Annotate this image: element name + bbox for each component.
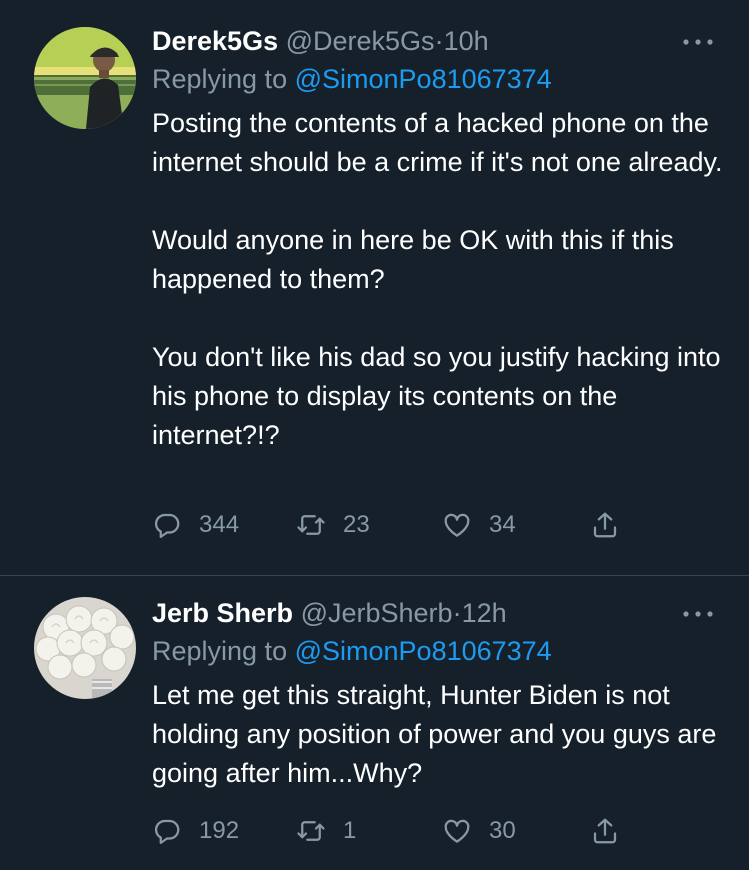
share-button[interactable] <box>590 505 620 545</box>
dot-separator: · <box>452 598 462 628</box>
tweet-header: Derek5Gs @Derek5Gs·10h <box>152 22 729 60</box>
tweet-actions: 192 1 30 <box>152 811 632 851</box>
like-count: 30 <box>489 817 516 844</box>
tweet-paragraph: Let me get this straight, Hunter Biden i… <box>152 680 717 788</box>
avatar-photo-icon <box>34 27 136 129</box>
tweet[interactable]: Derek5Gs @Derek5Gs·10h Replying to @Simo… <box>0 0 749 575</box>
like-button[interactable]: 30 <box>442 811 516 851</box>
handle[interactable]: @JerbSherb <box>301 598 453 628</box>
share-icon <box>593 818 617 844</box>
tweet-paragraph: Would anyone in here be OK with this if … <box>152 225 674 294</box>
retweet-button[interactable]: 23 <box>296 505 370 545</box>
reply-count: 192 <box>199 817 240 844</box>
mention-link[interactable]: @SimonPo81067374 <box>295 636 552 666</box>
timestamp[interactable]: 10h <box>444 26 489 56</box>
handle[interactable]: @Derek5Gs <box>286 26 435 56</box>
share-button[interactable] <box>590 811 620 851</box>
heart-icon <box>444 819 470 843</box>
reply-button[interactable]: 192 <box>152 811 239 851</box>
tweet[interactable]: Jerb Sherb @JerbSherb·12h Replying to @S… <box>0 576 749 870</box>
retweet-icon <box>297 515 325 535</box>
avatar[interactable] <box>34 597 136 699</box>
reply-icon <box>154 819 180 844</box>
tweet-paragraph: You don't like his dad so you justify ha… <box>152 342 721 450</box>
tweet-paragraph: Posting the contents of a hacked phone o… <box>152 108 723 177</box>
dot-separator: · <box>434 26 444 56</box>
mention-link[interactable]: @SimonPo81067374 <box>295 64 552 94</box>
more-horizontal-icon[interactable] <box>681 607 715 621</box>
display-name[interactable]: Derek5Gs <box>152 26 278 56</box>
retweet-count: 1 <box>343 817 357 844</box>
share-icon <box>593 512 617 538</box>
like-button[interactable]: 34 <box>442 505 516 545</box>
tweet-actions: 344 23 34 <box>152 505 632 545</box>
retweet-button[interactable]: 1 <box>296 811 356 851</box>
more-horizontal-icon[interactable] <box>681 35 715 49</box>
reply-icon <box>154 513 180 538</box>
tweet-header: Jerb Sherb @JerbSherb·12h <box>152 594 729 632</box>
avatar[interactable] <box>34 27 136 129</box>
like-count: 34 <box>489 511 516 538</box>
retweet-icon <box>297 821 325 841</box>
replying-to-label: Replying to <box>152 636 288 666</box>
replying-to: Replying to @SimonPo81067374 <box>152 632 729 670</box>
retweet-count: 23 <box>343 511 370 538</box>
tweet-text: Posting the contents of a hacked phone o… <box>152 104 729 455</box>
replying-to: Replying to @SimonPo81067374 <box>152 60 729 98</box>
reply-count: 344 <box>199 511 240 538</box>
reply-button[interactable]: 344 <box>152 505 239 545</box>
avatar-photo-icon <box>34 597 136 699</box>
tweet-text: Let me get this straight, Hunter Biden i… <box>152 676 729 793</box>
display-name[interactable]: Jerb Sherb <box>152 598 293 628</box>
heart-icon <box>444 513 470 537</box>
replying-to-label: Replying to <box>152 64 288 94</box>
timestamp[interactable]: 12h <box>462 598 507 628</box>
